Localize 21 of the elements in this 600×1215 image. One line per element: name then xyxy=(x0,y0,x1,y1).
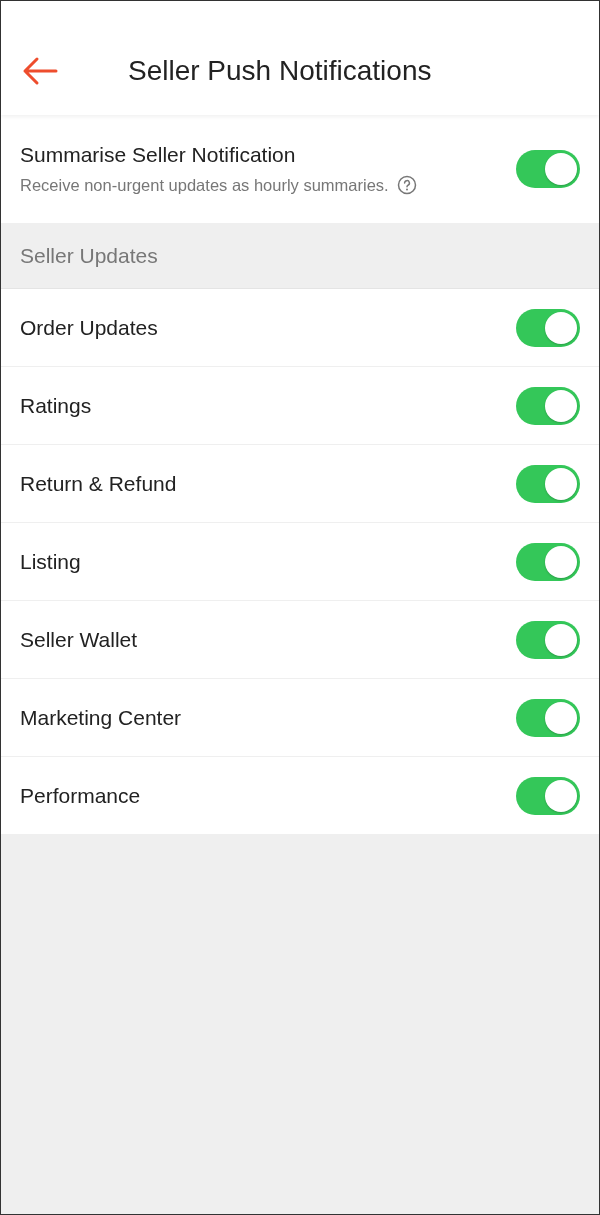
setting-label: Seller Wallet xyxy=(20,627,138,652)
toggle-switch[interactable] xyxy=(516,308,580,347)
toggle-switch[interactable] xyxy=(516,620,580,659)
setting-label: Performance xyxy=(20,783,141,808)
setting-label: Listing xyxy=(20,549,81,574)
setting-label: Summarise Seller Notification xyxy=(20,143,297,167)
section-heading: Seller Updates xyxy=(20,243,158,268)
setting-description: Receive non-urgent updates as hourly summaries. xyxy=(20,175,389,195)
back-arrow-icon[interactable] xyxy=(22,56,58,86)
toggle-switch[interactable] xyxy=(516,542,580,581)
setting-label: Marketing Center xyxy=(20,705,182,730)
help-icon[interactable] xyxy=(396,175,417,195)
toggle-switch[interactable] xyxy=(516,464,580,503)
toggle-switch[interactable] xyxy=(516,386,580,425)
setting-label: Order Updates xyxy=(20,315,158,340)
toggle-switch[interactable] xyxy=(516,698,580,737)
setting-label: Return & Refund xyxy=(20,471,177,496)
toggle-switch[interactable] xyxy=(516,776,580,815)
toggle-switch[interactable] xyxy=(516,150,580,188)
setting-label: Ratings xyxy=(20,393,92,418)
page-title: Seller Push Notifications xyxy=(128,55,432,87)
